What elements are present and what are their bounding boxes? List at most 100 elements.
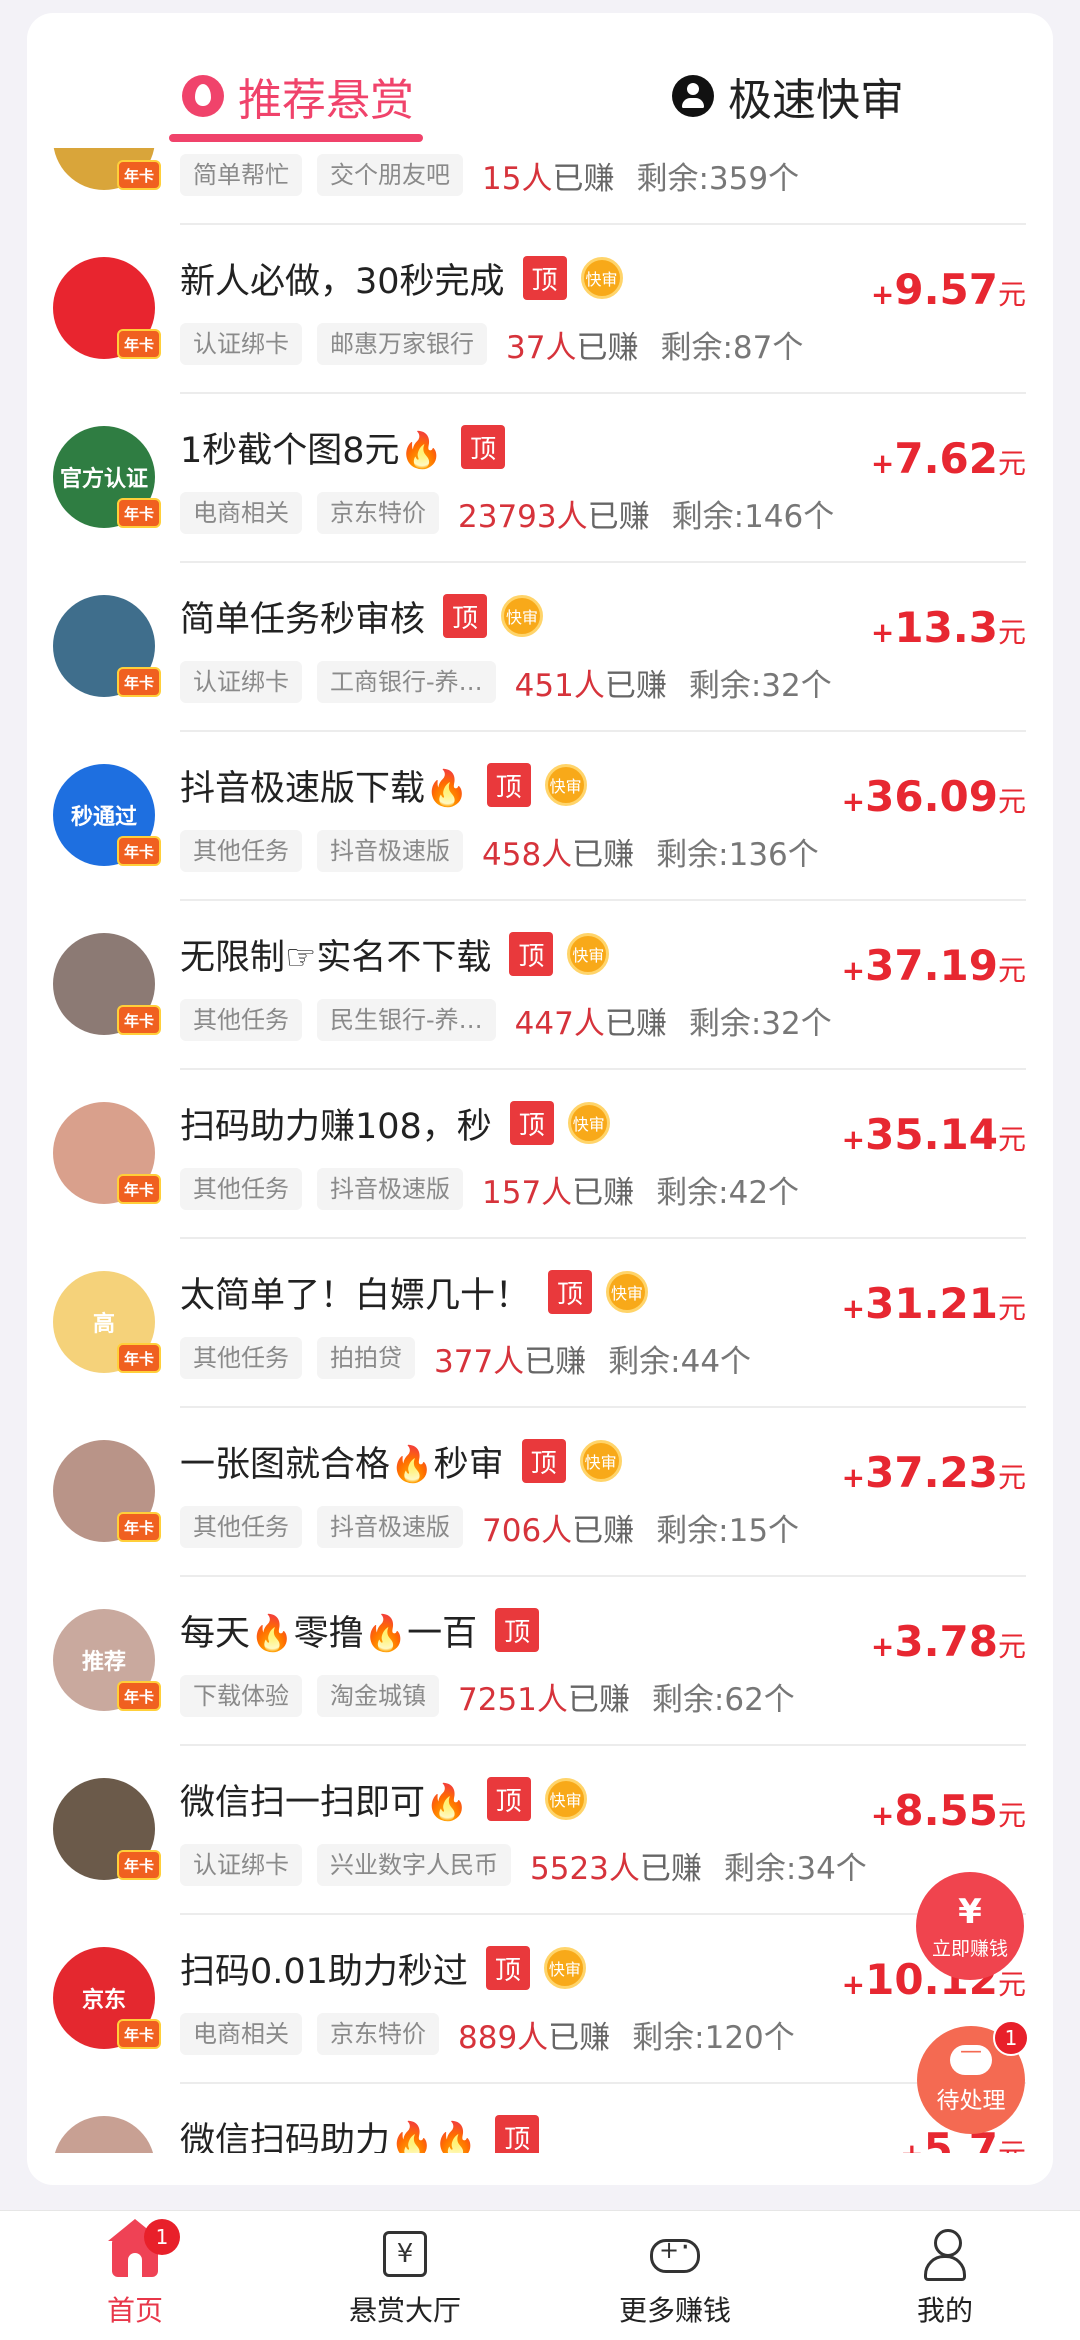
task-row[interactable]: 年卡 简单帮忙 交个朋友吧 15人已赚 剩余:359个 [27, 148, 1053, 225]
earned-suffix: 已赚 [572, 1174, 635, 1211]
task-row[interactable]: 年卡 扫码助力赚108，秒 顶 快审 其他任务 抖音极速版 157人已赚 剩余:… [27, 1070, 1053, 1239]
earned-number: 15人 [482, 160, 553, 197]
task-category-tag: 其他任务 [180, 830, 302, 872]
reward-amount: 7.62 [894, 434, 998, 483]
nav-more-label: 更多赚钱 [618, 2294, 731, 2327]
nav-hall-label: 悬赏大厅 [348, 2294, 461, 2327]
earned-number: 451人 [514, 667, 605, 704]
task-category-tag: 认证绑卡 [180, 323, 302, 365]
task-title: 抖音极速版下载🔥 [180, 768, 469, 809]
reward-plus: + [841, 1968, 866, 2001]
task-reward: +9.57元 [871, 265, 1026, 314]
task-title: 扫码助力赚108，秒 [180, 1106, 492, 1147]
year-card-badge: 年卡 [117, 1343, 161, 1373]
reward-plus: + [900, 2137, 923, 2153]
fast-review-badge: 快审 [501, 595, 544, 637]
task-category-tag: 下载体验 [180, 1675, 302, 1717]
task-title: 无限制☞实名不下载 [180, 937, 492, 978]
fast-review-badge: 快审 [567, 1102, 610, 1144]
earned-count: 451人已赚 [515, 660, 667, 705]
earned-number: 458人 [482, 836, 573, 873]
top-badge: 顶 [522, 256, 567, 300]
earned-suffix: 已赚 [524, 1343, 587, 1380]
task-app-tag: 兴业数字人民币 [317, 1844, 511, 1886]
task-row[interactable]: 秒通过 年卡 抖音极速版下载🔥 顶 快审 其他任务 抖音极速版 458人已赚 剩… [27, 732, 1053, 901]
remaining-count: 剩余:32个 [688, 667, 832, 704]
remaining-count: 剩余:359个 [636, 160, 800, 197]
reward-amount: 37.23 [865, 1448, 998, 1497]
profile-icon [922, 2229, 968, 2281]
earn-now-button[interactable]: ¥ 立即赚钱 [916, 1872, 1024, 1980]
tab-recommended[interactable]: 推荐悬赏 [182, 61, 414, 131]
reward-unit: 元 [997, 278, 1026, 311]
chat-icon [950, 2039, 992, 2075]
reward-amount: 37.19 [865, 941, 998, 990]
pending-button[interactable]: 待处理 1 [917, 2020, 1029, 2134]
task-row[interactable]: 年卡 简单任务秒审核 顶 快审 认证绑卡 工商银行-养… 451人已赚 剩余:3… [27, 563, 1053, 732]
reward-plus: + [841, 954, 866, 987]
task-avatar: 年卡 [53, 1778, 161, 1880]
reward-amount: 13.3 [894, 603, 998, 652]
task-app-tag: 拍拍贷 [317, 1337, 415, 1379]
task-category-tag: 认证绑卡 [180, 661, 302, 703]
task-category-tag: 认证绑卡 [180, 1844, 302, 1886]
tab-fast-review[interactable]: 极速快审 [672, 61, 904, 131]
task-row[interactable]: 年卡 一张图就合格🔥秒审 顶 快审 其他任务 抖音极速版 706人已赚 剩余:1… [27, 1408, 1053, 1577]
reward-plus: + [841, 1123, 866, 1156]
task-title: 扫码0.01助力秒过 [180, 1951, 468, 1992]
year-card-badge: 年卡 [117, 667, 161, 697]
task-reward: +31.21元 [842, 1279, 1026, 1328]
bounty-icon: ¥ [383, 2231, 427, 2277]
pending-label: 待处理 [936, 2088, 1006, 2114]
task-title: 新人必做，30秒完成 [180, 261, 505, 302]
reward-amount: 8.55 [894, 1786, 998, 1835]
task-row[interactable]: 年卡 新人必做，30秒完成 顶 快审 认证绑卡 邮惠万家银行 37人已赚 剩余:… [27, 225, 1053, 394]
task-meta-row: 认证绑卡 兴业数字人民币 5523人已赚 剩余:34个 [180, 1842, 867, 1888]
remaining-count: 剩余:42个 [656, 1174, 800, 1211]
task-app-tag: 淘金城镇 [317, 1675, 439, 1717]
task-title-row: 抖音极速版下载🔥 顶 快审 [180, 760, 587, 810]
task-avatar: 年卡 [53, 2116, 155, 2153]
year-card-badge: 年卡 [117, 1005, 161, 1035]
task-row[interactable]: 年卡 无限制☞实名不下载 顶 快审 其他任务 民生银行-养… 447人已赚 剩余… [27, 901, 1053, 1070]
reward-plus: + [870, 1799, 895, 1832]
nav-home-label: 首页 [106, 2294, 163, 2327]
task-app-tag: 民生银行-养… [317, 999, 496, 1041]
reward-plus: + [870, 447, 895, 480]
task-row[interactable]: 年卡 微信扫码助力🔥🔥 顶 +5.7元 [27, 2084, 1053, 2153]
task-row[interactable]: 京东 年卡 扫码0.01助力秒过 顶 快审 电商相关 京东特价 889人已赚 剩… [27, 1915, 1053, 2084]
reward-amount: 9.57 [894, 265, 998, 314]
task-reward: +35.14元 [842, 1110, 1026, 1159]
task-row[interactable]: 年卡 微信扫一扫即可🔥 顶 快审 认证绑卡 兴业数字人民币 5523人已赚 剩余… [27, 1746, 1053, 1915]
earned-suffix: 已赚 [552, 160, 615, 197]
remaining-count: 剩余:62个 [651, 1681, 795, 1718]
nav-mine[interactable]: 我的 [810, 2211, 1080, 2340]
earned-suffix: 已赚 [572, 1512, 635, 1549]
earned-number: 447人 [514, 1005, 605, 1042]
task-avatar: 年卡 [53, 1102, 161, 1204]
nav-home[interactable]: 1 首页 [0, 2211, 270, 2340]
nav-more[interactable]: 更多赚钱 [540, 2211, 810, 2340]
earn-now-label: 立即赚钱 [931, 1937, 1008, 1960]
task-list[interactable]: 年卡 简单帮忙 交个朋友吧 15人已赚 剩余:359个 年卡 新人必做，30秒完… [27, 148, 1053, 2153]
task-category-tag: 其他任务 [180, 1337, 302, 1379]
task-app-tag: 京东特价 [317, 2013, 439, 2055]
gamepad-icon [650, 2230, 700, 2273]
task-row[interactable]: 高 年卡 太简单了！白嫖几十！ 顶 快审 其他任务 拍拍贷 377人已赚 剩余:… [27, 1239, 1053, 1408]
task-avatar: 年卡 [53, 595, 161, 697]
reward-amount: 31.21 [865, 1279, 998, 1328]
fast-review-badge: 快审 [543, 1947, 586, 1989]
fast-review-badge: 快审 [544, 764, 587, 806]
top-badge: 顶 [495, 1608, 540, 1652]
task-reward: +7.62元 [871, 434, 1026, 483]
earned-count: 23793人已赚 [458, 491, 650, 536]
task-row[interactable]: 推荐 年卡 每天🔥零撸🔥一百 顶 下载体验 淘金城镇 7251人已赚 剩余:62… [27, 1577, 1053, 1746]
task-row[interactable]: 官方认证 年卡 1秒截个图8元🔥 顶 电商相关 京东特价 23793人已赚 剩余… [27, 394, 1053, 563]
top-badge: 顶 [486, 763, 531, 807]
earned-number: 37人 [506, 329, 577, 366]
task-title-row: 太简单了！白嫖几十！ 顶 快审 [180, 1267, 649, 1317]
nav-hall[interactable]: ¥ 悬赏大厅 [270, 2211, 540, 2340]
remaining-count: 剩余:136个 [656, 836, 819, 873]
task-app-tag: 邮惠万家银行 [317, 323, 487, 365]
earned-suffix: 已赚 [639, 1850, 702, 1887]
